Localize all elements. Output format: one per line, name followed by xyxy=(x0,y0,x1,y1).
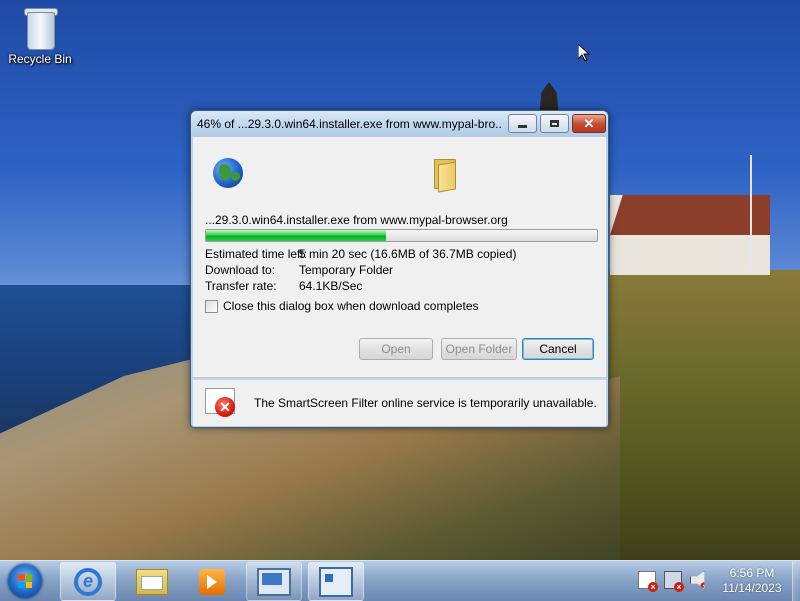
lighthouse-background xyxy=(539,82,559,112)
cancel-button[interactable]: Cancel xyxy=(522,338,594,360)
open-folder-button[interactable]: Open Folder xyxy=(441,338,517,360)
minimize-button[interactable] xyxy=(508,114,537,133)
minimize-icon xyxy=(518,124,527,128)
start-orb-icon xyxy=(8,564,42,598)
taskbar: e 6:56 PM 11/14/2023 xyxy=(0,560,800,601)
progress-fill xyxy=(206,230,386,241)
clock-time: 6:56 PM xyxy=(729,566,775,580)
download-progress-bar xyxy=(205,229,598,242)
dialog-title: 46% of ...29.3.0.win64.installer.exe fro… xyxy=(197,117,502,131)
control-panel-icon xyxy=(319,566,353,597)
media-player-icon xyxy=(199,568,225,595)
action-center-error-icon[interactable] xyxy=(638,571,658,592)
close-when-done-option[interactable]: Close this dialog box when download comp… xyxy=(205,299,479,313)
dialog-body: ...29.3.0.win64.installer.exe from www.m… xyxy=(193,137,606,377)
download-file-name: ...29.3.0.win64.installer.exe from www.m… xyxy=(205,213,508,227)
mouse-cursor-icon xyxy=(578,44,590,62)
windows-explorer-icon xyxy=(136,568,168,595)
smartscreen-infobar: ✕ The SmartScreen Filter online service … xyxy=(193,379,606,426)
house-roof-background xyxy=(610,195,770,235)
volume-muted-icon[interactable] xyxy=(690,571,705,589)
transfer-rate-label: Transfer rate: xyxy=(205,279,277,293)
close-when-done-label[interactable]: Close this dialog box when download comp… xyxy=(223,299,479,313)
maximize-icon xyxy=(550,120,559,127)
remote-desktop-icon xyxy=(257,567,291,596)
estimated-time-label: Estimated time left: xyxy=(205,247,308,261)
folder-icon xyxy=(434,157,456,193)
close-button[interactable]: ✕ xyxy=(572,114,606,133)
system-tray xyxy=(638,571,708,592)
taskbar-remote-desktop[interactable] xyxy=(246,562,302,601)
estimated-time-value: 5 min 20 sec (16.6MB of 36.7MB copied) xyxy=(299,247,517,261)
smartscreen-error-icon: ✕ xyxy=(205,388,235,417)
taskbar-media-player[interactable] xyxy=(184,562,240,601)
download-to-value: Temporary Folder xyxy=(299,263,394,277)
smartscreen-message: The SmartScreen Filter online service is… xyxy=(254,396,597,410)
recycle-bin-icon xyxy=(23,6,58,50)
close-icon: ✕ xyxy=(583,116,595,131)
download-to-label: Download to: xyxy=(205,263,276,277)
transfer-rate-value: 64.1KB/Sec xyxy=(299,279,363,293)
desktop-icon-recycle-bin[interactable]: Recycle Bin xyxy=(6,6,74,66)
taskbar-clock[interactable]: 6:56 PM 11/14/2023 xyxy=(712,566,792,596)
dialog-titlebar[interactable]: 46% of ...29.3.0.win64.installer.exe fro… xyxy=(191,111,608,137)
taskbar-windows-explorer[interactable] xyxy=(124,562,180,601)
taskbar-internet-explorer[interactable]: e xyxy=(60,562,116,601)
internet-explorer-icon: e xyxy=(74,567,102,596)
maximize-button[interactable] xyxy=(540,114,569,133)
flagpole-background xyxy=(750,155,752,270)
desktop-icon-label: Recycle Bin xyxy=(8,52,72,66)
globe-icon xyxy=(213,158,243,188)
show-desktop-button[interactable] xyxy=(792,561,800,601)
start-button[interactable] xyxy=(4,561,46,601)
open-button[interactable]: Open xyxy=(359,338,433,360)
close-when-done-checkbox[interactable] xyxy=(205,299,218,313)
download-dialog: 46% of ...29.3.0.win64.installer.exe fro… xyxy=(190,110,609,428)
taskbar-control-panel[interactable] xyxy=(308,562,364,601)
network-error-icon[interactable] xyxy=(664,571,684,592)
clock-date: 11/14/2023 xyxy=(722,581,782,595)
